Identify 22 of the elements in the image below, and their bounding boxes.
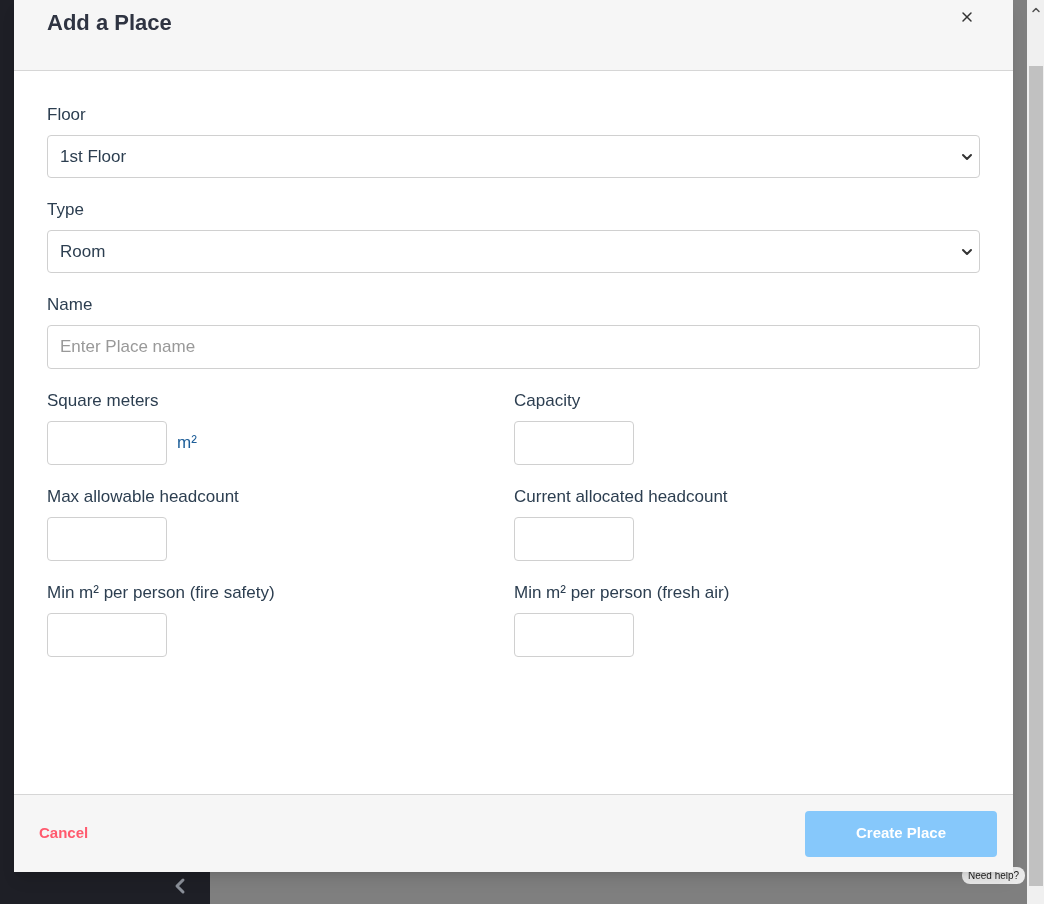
field-label: Square meters: [47, 391, 160, 411]
field-label: Name: [47, 295, 94, 315]
field-label: Min m² per person (fire safety): [47, 583, 276, 603]
field-label: Type: [47, 200, 85, 220]
select-field[interactable]: 1st Floor: [47, 135, 980, 178]
input-field[interactable]: [514, 613, 634, 657]
field-label: Max allowable headcount: [47, 487, 240, 507]
field-label: Current allocated headcount: [514, 487, 729, 507]
select-field[interactable]: Room: [47, 230, 980, 273]
input-field[interactable]: Enter Place name: [47, 325, 980, 369]
dialog-title: Add a Place: [47, 9, 172, 37]
field-label: Min m² per person (fresh air): [514, 583, 731, 603]
scrollbar-thumb[interactable]: [1028, 66, 1043, 886]
close-icon[interactable]: [959, 9, 975, 25]
unit-label: m²: [177, 432, 197, 455]
input-field[interactable]: [47, 613, 167, 657]
input-field[interactable]: [47, 421, 167, 465]
input-field[interactable]: [514, 517, 634, 561]
field-label: Floor: [47, 105, 87, 125]
field-label: Capacity: [514, 391, 582, 411]
input-field[interactable]: [514, 421, 634, 465]
input-field[interactable]: [47, 517, 167, 561]
